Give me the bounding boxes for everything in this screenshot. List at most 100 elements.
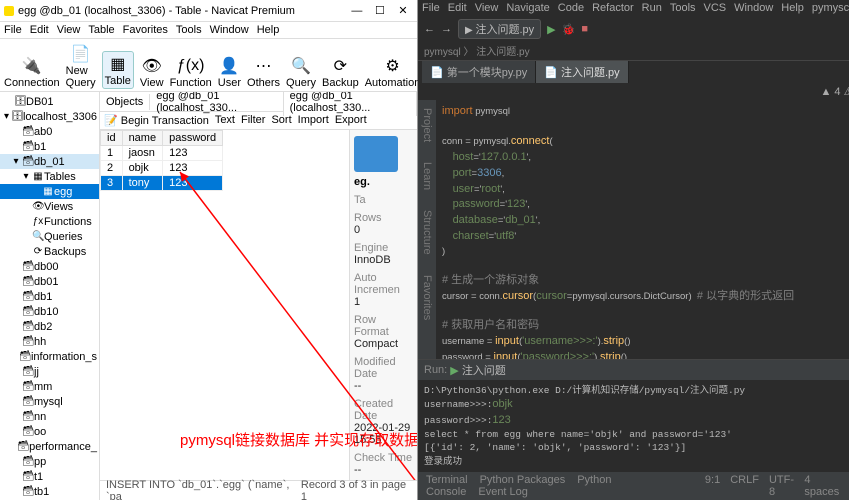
table-row[interactable]: 2objk123	[101, 161, 223, 176]
close-button[interactable]: ✕	[393, 4, 413, 17]
tree-tb1[interactable]: 🗃tb1	[0, 484, 99, 499]
tree-pp[interactable]: 🗃pp	[0, 454, 99, 469]
tb-connection[interactable]: 🔌Connection	[4, 55, 60, 89]
ide-menu-view[interactable]: View	[475, 2, 499, 15]
bottom-event-log[interactable]: Event Log	[478, 486, 528, 498]
nav-fwd-icon[interactable]: →	[441, 23, 452, 35]
tree-egg[interactable]: ▦egg	[0, 184, 99, 199]
menu-edit[interactable]: Edit	[30, 24, 49, 36]
ide-menu-navigate[interactable]: Navigate	[506, 2, 549, 15]
menu-favorites[interactable]: Favorites	[123, 24, 168, 36]
ide-menu-tools[interactable]: Tools	[670, 2, 696, 15]
menu-window[interactable]: Window	[210, 24, 249, 36]
tb-view[interactable]: 👁View	[140, 55, 164, 89]
breadcrumb[interactable]: pymysql 〉 注入问题.py	[418, 41, 849, 61]
tbl-filter[interactable]: Filter	[241, 114, 265, 127]
min-button[interactable]: —	[347, 5, 367, 17]
tree-DB01[interactable]: 🗄DB01	[0, 94, 99, 109]
tbl-sort[interactable]: Sort	[271, 114, 291, 127]
tree-db1[interactable]: 🗃db1	[0, 289, 99, 304]
tree-jj[interactable]: 🗃jj	[0, 364, 99, 379]
max-button[interactable]: ☐	[370, 4, 390, 17]
menu-file[interactable]: File	[4, 24, 22, 36]
run-button[interactable]: ▶	[547, 23, 555, 36]
user-icon: 👤	[218, 55, 240, 77]
tree-localhost_3306[interactable]: ▾🗄localhost_3306	[0, 109, 99, 124]
tb-function[interactable]: ƒ(x)Function	[170, 55, 212, 89]
run-config-dropdown[interactable]: ▶ 注入问题.py	[458, 19, 541, 39]
bottom-terminal[interactable]: Terminal	[426, 474, 468, 486]
ide-menu-run[interactable]: Run	[642, 2, 662, 15]
tree-Backups[interactable]: ⟳Backups	[0, 244, 99, 259]
inspection-summary[interactable]: ▲ 4 ⚠ 29 ⌃ ⌄	[820, 85, 849, 98]
table-row[interactable]: 3tony123	[101, 176, 223, 191]
tree-db01[interactable]: 🗃db01	[0, 274, 99, 289]
ide-menu-help[interactable]: Help	[781, 2, 804, 15]
code-editor[interactable]: import pymysql conn = pymysql.connect( h…	[436, 100, 849, 359]
debug-button[interactable]: 🐞	[562, 23, 576, 36]
status-item[interactable]: 9:1	[705, 474, 720, 498]
tree-db00[interactable]: 🗃db00	[0, 259, 99, 274]
tb-others[interactable]: ⋯Others	[247, 55, 280, 89]
tbl-export[interactable]: Export	[335, 114, 367, 127]
tb-automation[interactable]: ⚙Automation	[365, 55, 421, 89]
tree-Tables[interactable]: ▾▦Tables	[0, 169, 99, 184]
obj-tab-0[interactable]: Objects	[100, 94, 150, 110]
stop-button[interactable]: ■	[581, 23, 588, 35]
tree-t1[interactable]: 🗃t1	[0, 469, 99, 484]
menu-tools[interactable]: Tools	[176, 24, 202, 36]
tree-Views[interactable]: 👁Views	[0, 199, 99, 214]
nav-back-icon[interactable]: ←	[424, 23, 435, 35]
bottom-python-packages[interactable]: Python Packages	[480, 474, 566, 486]
tb-new-query[interactable]: 📄New Query	[66, 43, 96, 89]
learn-tool[interactable]: Learn	[421, 162, 433, 190]
tree-Functions[interactable]: ƒxFunctions	[0, 214, 99, 229]
ide-menu-edit[interactable]: Edit	[448, 2, 467, 15]
tree-mm[interactable]: 🗃mm	[0, 379, 99, 394]
tree-b1[interactable]: 🗃b1	[0, 139, 99, 154]
ide-menu-window[interactable]: Window	[734, 2, 773, 15]
status-item[interactable]: UTF-8	[769, 474, 794, 498]
tree-nn[interactable]: 🗃nn	[0, 409, 99, 424]
favorites-tool[interactable]: Favorites	[421, 275, 433, 320]
tb-query[interactable]: 🔍Query	[286, 55, 316, 89]
col-id[interactable]: id	[101, 131, 123, 146]
status-item[interactable]: CRLF	[730, 474, 759, 498]
tree-db_01[interactable]: ▾🗃db_01	[0, 154, 99, 169]
tree-db2[interactable]: 🗃db2	[0, 319, 99, 334]
project-tool[interactable]: Project	[421, 108, 433, 142]
tb-table[interactable]: ▦Table	[102, 51, 134, 89]
tbl-text[interactable]: Text	[215, 114, 235, 127]
editor-tab[interactable]: 📄 第一个模块py.py	[422, 61, 536, 83]
tree-Queries[interactable]: 🔍Queries	[0, 229, 99, 244]
run-output[interactable]: D:\Python36\python.exe D:/计算机知识存储/pymysq…	[418, 380, 849, 472]
menu-table[interactable]: Table	[88, 24, 114, 36]
menu-help[interactable]: Help	[257, 24, 280, 36]
col-name[interactable]: name	[122, 131, 163, 146]
ide-menu-code[interactable]: Code	[558, 2, 584, 15]
tb-backup[interactable]: ⟳Backup	[322, 55, 359, 89]
col-password[interactable]: password	[163, 131, 223, 146]
tree-information_s[interactable]: 🗃information_s	[0, 349, 99, 364]
ide-menu-refactor[interactable]: Refactor	[592, 2, 634, 15]
info-lbl: Rows	[354, 212, 413, 224]
tbl-import[interactable]: Import	[298, 114, 329, 127]
tbl-begin-transaction[interactable]: 📝 Begin Transaction	[104, 114, 209, 127]
tree-hh[interactable]: 🗃hh	[0, 334, 99, 349]
tree-ab0[interactable]: 🗃ab0	[0, 124, 99, 139]
ide-menu-file[interactable]: File	[422, 2, 440, 15]
tree-mysql[interactable]: 🗃mysql	[0, 394, 99, 409]
ide-menu-vcs[interactable]: VCS	[704, 2, 727, 15]
status-item[interactable]: 4 spaces	[804, 474, 840, 498]
editor-tab[interactable]: 📄 注入问题.py	[536, 61, 628, 83]
connection-tree[interactable]: 🗄DB01▾🗄localhost_3306🗃ab0🗃b1▾🗃db_01▾▦Tab…	[0, 92, 100, 500]
structure-tool[interactable]: Structure	[421, 210, 433, 255]
data-grid[interactable]: idnamepassword1jaosn1232objk1233tony123	[100, 130, 349, 480]
tree-db10[interactable]: 🗃db10	[0, 304, 99, 319]
table-row[interactable]: 1jaosn123	[101, 146, 223, 161]
tb-user[interactable]: 👤User	[218, 55, 241, 89]
tree-performance_[interactable]: 🗃performance_	[0, 439, 99, 454]
run-header[interactable]: Run: ▶ 注入问题 ⚙ —	[418, 360, 849, 380]
tree-oo[interactable]: 🗃oo	[0, 424, 99, 439]
menu-view[interactable]: View	[57, 24, 81, 36]
